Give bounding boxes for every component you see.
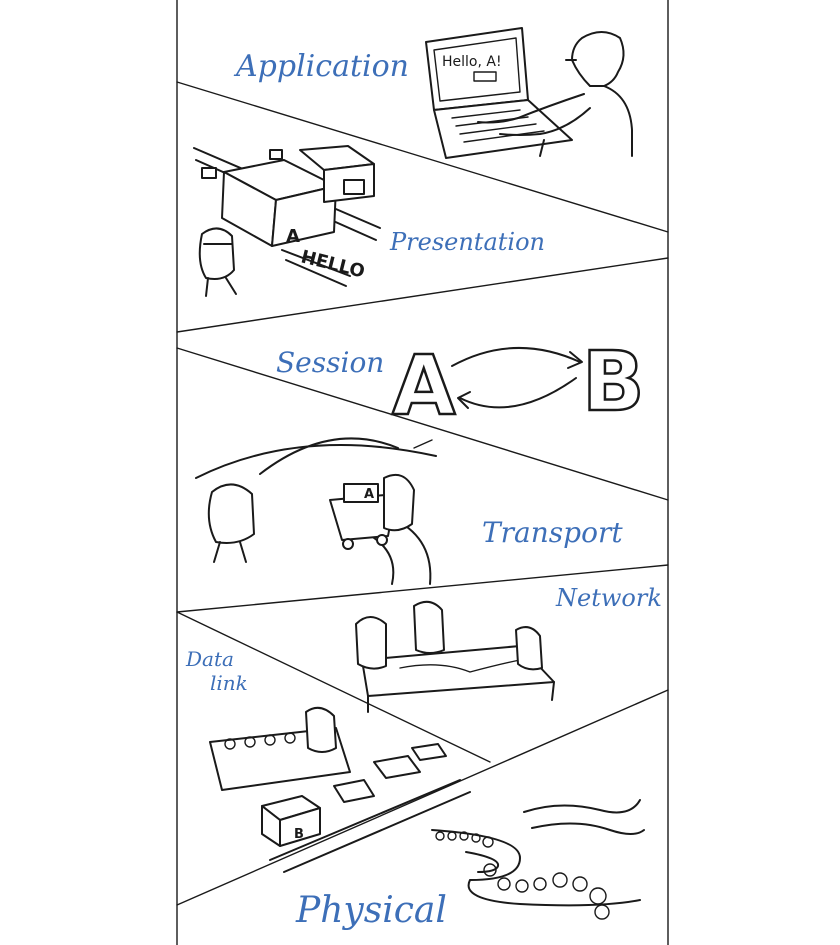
application-section: Application Hello, A! <box>233 27 633 159</box>
session-section: Session A B <box>276 334 646 436</box>
application-label: Application <box>233 49 409 84</box>
network-section: Network <box>355 584 662 713</box>
session-node-b: B <box>582 335 645 430</box>
session-arrow-back <box>459 377 577 409</box>
session-arrow-forward <box>451 347 581 367</box>
session-node-a: A <box>392 339 456 434</box>
laptop-icon: Hello, A! <box>425 27 573 159</box>
session-label: Session <box>276 346 384 379</box>
datalink-label-line2: link <box>210 671 248 695</box>
datalink-box-letter: B <box>294 827 304 842</box>
presentation-label: Presentation <box>389 228 545 256</box>
worker-figure-icon <box>198 227 237 297</box>
osi-model-illustration: Application Hello, A! Presentation A HEL… <box>176 0 669 945</box>
datalink-label-line1: Data <box>185 647 234 671</box>
transport-label: Transport <box>482 516 623 549</box>
transport-parcel-letter: A <box>364 487 374 502</box>
physical-label: Physical <box>295 890 447 931</box>
presentation-sign-text: HELLO <box>299 246 367 282</box>
sorting-belt-icon: B <box>209 706 471 873</box>
frame <box>176 0 669 945</box>
network-label: Network <box>555 584 662 612</box>
presentation-box-letter: A <box>286 226 300 247</box>
presentation-section: Presentation A HELLO <box>193 145 545 297</box>
transport-section: Transport A <box>195 437 623 585</box>
track-scene-icon: A <box>195 437 437 585</box>
signal-river-icon <box>431 799 645 920</box>
map-table-icon <box>355 600 555 713</box>
physical-section: Physical <box>295 799 645 931</box>
laptop-screen-text: Hello, A! <box>442 54 502 70</box>
